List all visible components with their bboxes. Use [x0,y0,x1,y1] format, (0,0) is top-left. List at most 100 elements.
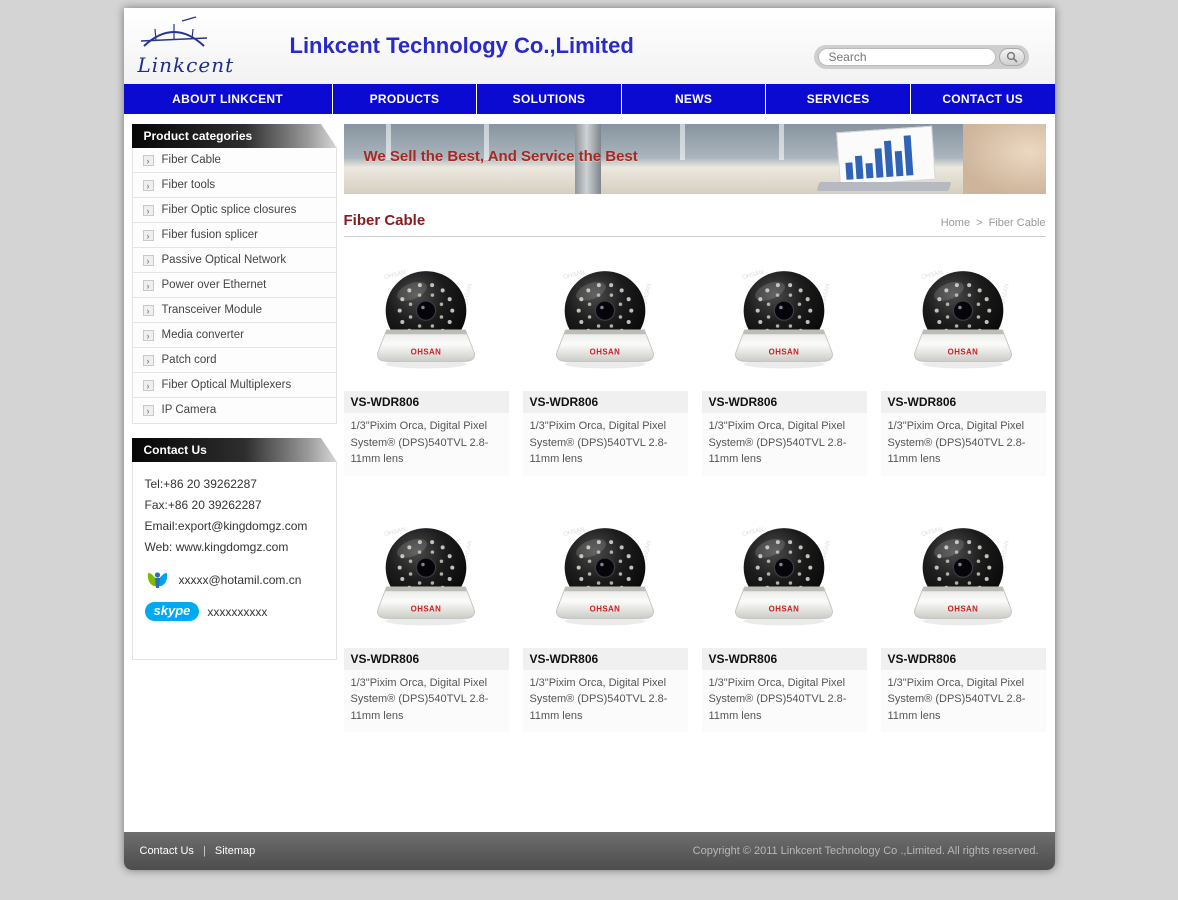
breadcrumb: Home > Fiber Cable [941,217,1046,229]
search-input[interactable] [818,48,996,66]
product-image[interactable] [702,510,867,648]
copyright-text: Copyright © 2011 Linkcent Technology Co … [693,845,1039,857]
sidebar-item-transceiver-module[interactable]: ›Transceiver Module [133,298,336,323]
product-card[interactable]: VS-WDR806 1/3"Pixim Orca, Digital Pixel … [523,510,688,733]
banner-chart-graphic [836,126,936,187]
sidebar-item-passive-optical-network[interactable]: ›Passive Optical Network [133,248,336,273]
product-card[interactable]: VS-WDR806 1/3"Pixim Orca, Digital Pixel … [523,253,688,476]
sidebar-item-fusion-splicer[interactable]: ›Fiber fusion splicer [133,223,336,248]
logo-text: Linkcent [138,53,256,77]
chevron-right-icon: › [143,255,154,266]
sidebar-item-media-converter[interactable]: ›Media converter [133,323,336,348]
search-icon [1006,51,1018,63]
msn-address: xxxxx@hotamil.com.cn [179,573,302,587]
search-button[interactable] [999,48,1025,66]
nav-item-solutions[interactable]: SOLUTIONS [477,84,622,114]
chevron-right-icon: › [143,330,154,341]
product-image[interactable] [523,510,688,648]
nav-item-contact[interactable]: CONTACT US [911,84,1055,114]
chevron-right-icon: › [143,380,154,391]
product-description: 1/3"Pixim Orca, Digital Pixel System® (D… [523,413,688,476]
product-image[interactable] [881,253,1046,391]
footer-link-contact-us[interactable]: Contact Us [140,845,194,857]
dome-camera-image [539,265,671,379]
skype-icon: skype [145,602,200,621]
msn-row: xxxxx@hotamil.com.cn [145,568,326,592]
footer-link-sitemap[interactable]: Sitemap [215,845,255,857]
nav-item-services[interactable]: SERVICES [766,84,911,114]
product-name[interactable]: VS-WDR806 [523,391,688,413]
contact-web: Web: www.kingdomgz.com [145,537,326,558]
chevron-right-icon: › [143,405,154,416]
contact-us-block: Contact Us Tel:+86 20 39262287 Fax:+86 2… [132,438,337,660]
contact-fax: Fax:+86 20 39262287 [145,495,326,516]
product-name[interactable]: VS-WDR806 [523,648,688,670]
logo[interactable]: Linkcent [124,16,256,77]
section-title-row: Fiber Cable Home > Fiber Cable [344,212,1046,237]
breadcrumb-home[interactable]: Home [941,217,970,229]
dome-camera-image [718,265,850,379]
product-card[interactable]: VS-WDR806 1/3"Pixim Orca, Digital Pixel … [702,510,867,733]
product-name[interactable]: VS-WDR806 [344,391,509,413]
dome-camera-image [897,265,1029,379]
bridge-logo-icon [138,16,210,50]
contact-email: Email:export@kingdomgz.com [145,516,326,537]
breadcrumb-separator: > [976,217,982,229]
contact-tel: Tel:+86 20 39262287 [145,474,326,495]
company-name: Linkcent Technology Co.,Limited [290,33,634,59]
sidebar: Product categories ›Fiber Cable ›Fiber t… [132,124,337,660]
sidebar-item-patch-cord[interactable]: ›Patch cord [133,348,336,373]
nav-item-news[interactable]: NEWS [622,84,767,114]
skype-id: xxxxxxxxxx [207,605,267,619]
page-title: Fiber Cable [344,212,426,229]
sidebar-item-power-over-ethernet[interactable]: ›Power over Ethernet [133,273,336,298]
product-name[interactable]: VS-WDR806 [881,648,1046,670]
sidebar-item-splice-closures[interactable]: ›Fiber Optic splice closures [133,198,336,223]
nav-item-about[interactable]: ABOUT LINKCENT [124,84,333,114]
sidebar-item-optical-multiplexers[interactable]: ›Fiber Optical Multiplexers [133,373,336,398]
product-image[interactable] [523,253,688,391]
sidebar-item-fiber-tools[interactable]: ›Fiber tools [133,173,336,198]
banner-image: We Sell the Best, And Service the Best [344,124,1046,194]
dome-camera-image [718,522,850,636]
search-bar [814,45,1029,69]
product-image[interactable] [344,253,509,391]
main-column: We Sell the Best, And Service the Best F… [344,124,1046,732]
product-card[interactable]: VS-WDR806 1/3"Pixim Orca, Digital Pixel … [344,253,509,476]
product-card[interactable]: VS-WDR806 1/3"Pixim Orca, Digital Pixel … [881,253,1046,476]
page-container: Linkcent Linkcent Technology Co.,Limited… [124,8,1055,870]
banner-laptop [816,182,951,191]
product-card[interactable]: VS-WDR806 1/3"Pixim Orca, Digital Pixel … [881,510,1046,733]
product-image[interactable] [881,510,1046,648]
sidebar-item-ip-camera[interactable]: ›IP Camera [133,398,336,423]
banner-window-frame [680,124,685,160]
product-card[interactable]: VS-WDR806 1/3"Pixim Orca, Digital Pixel … [702,253,867,476]
banner-hand [963,124,1046,194]
sidebar-item-fiber-cable[interactable]: ›Fiber Cable [133,148,336,173]
chevron-right-icon: › [143,230,154,241]
chevron-right-icon: › [143,155,154,166]
product-grid: VS-WDR806 1/3"Pixim Orca, Digital Pixel … [344,253,1046,732]
dome-camera-image [360,522,492,636]
contact-us-header: Contact Us [132,438,337,462]
chevron-right-icon: › [143,180,154,191]
banner-slogan: We Sell the Best, And Service the Best [364,148,638,165]
product-description: 1/3"Pixim Orca, Digital Pixel System® (D… [702,413,867,476]
footer-links: Contact Us | Sitemap [140,845,256,857]
product-name[interactable]: VS-WDR806 [344,648,509,670]
product-image[interactable] [344,510,509,648]
category-list: ›Fiber Cable ›Fiber tools ›Fiber Optic s… [132,148,337,424]
product-description: 1/3"Pixim Orca, Digital Pixel System® (D… [344,670,509,733]
product-description: 1/3"Pixim Orca, Digital Pixel System® (D… [881,413,1046,476]
product-name[interactable]: VS-WDR806 [881,391,1046,413]
product-card[interactable]: VS-WDR806 1/3"Pixim Orca, Digital Pixel … [344,510,509,733]
product-description: 1/3"Pixim Orca, Digital Pixel System® (D… [881,670,1046,733]
product-name[interactable]: VS-WDR806 [702,648,867,670]
main-nav: ABOUT LINKCENT PRODUCTS SOLUTIONS NEWS S… [124,84,1055,114]
content-area: Product categories ›Fiber Cable ›Fiber t… [124,114,1055,814]
product-name[interactable]: VS-WDR806 [702,391,867,413]
product-image[interactable] [702,253,867,391]
nav-item-products[interactable]: PRODUCTS [333,84,478,114]
chevron-right-icon: › [143,205,154,216]
footer: Contact Us | Sitemap Copyright © 2011 Li… [124,832,1055,870]
